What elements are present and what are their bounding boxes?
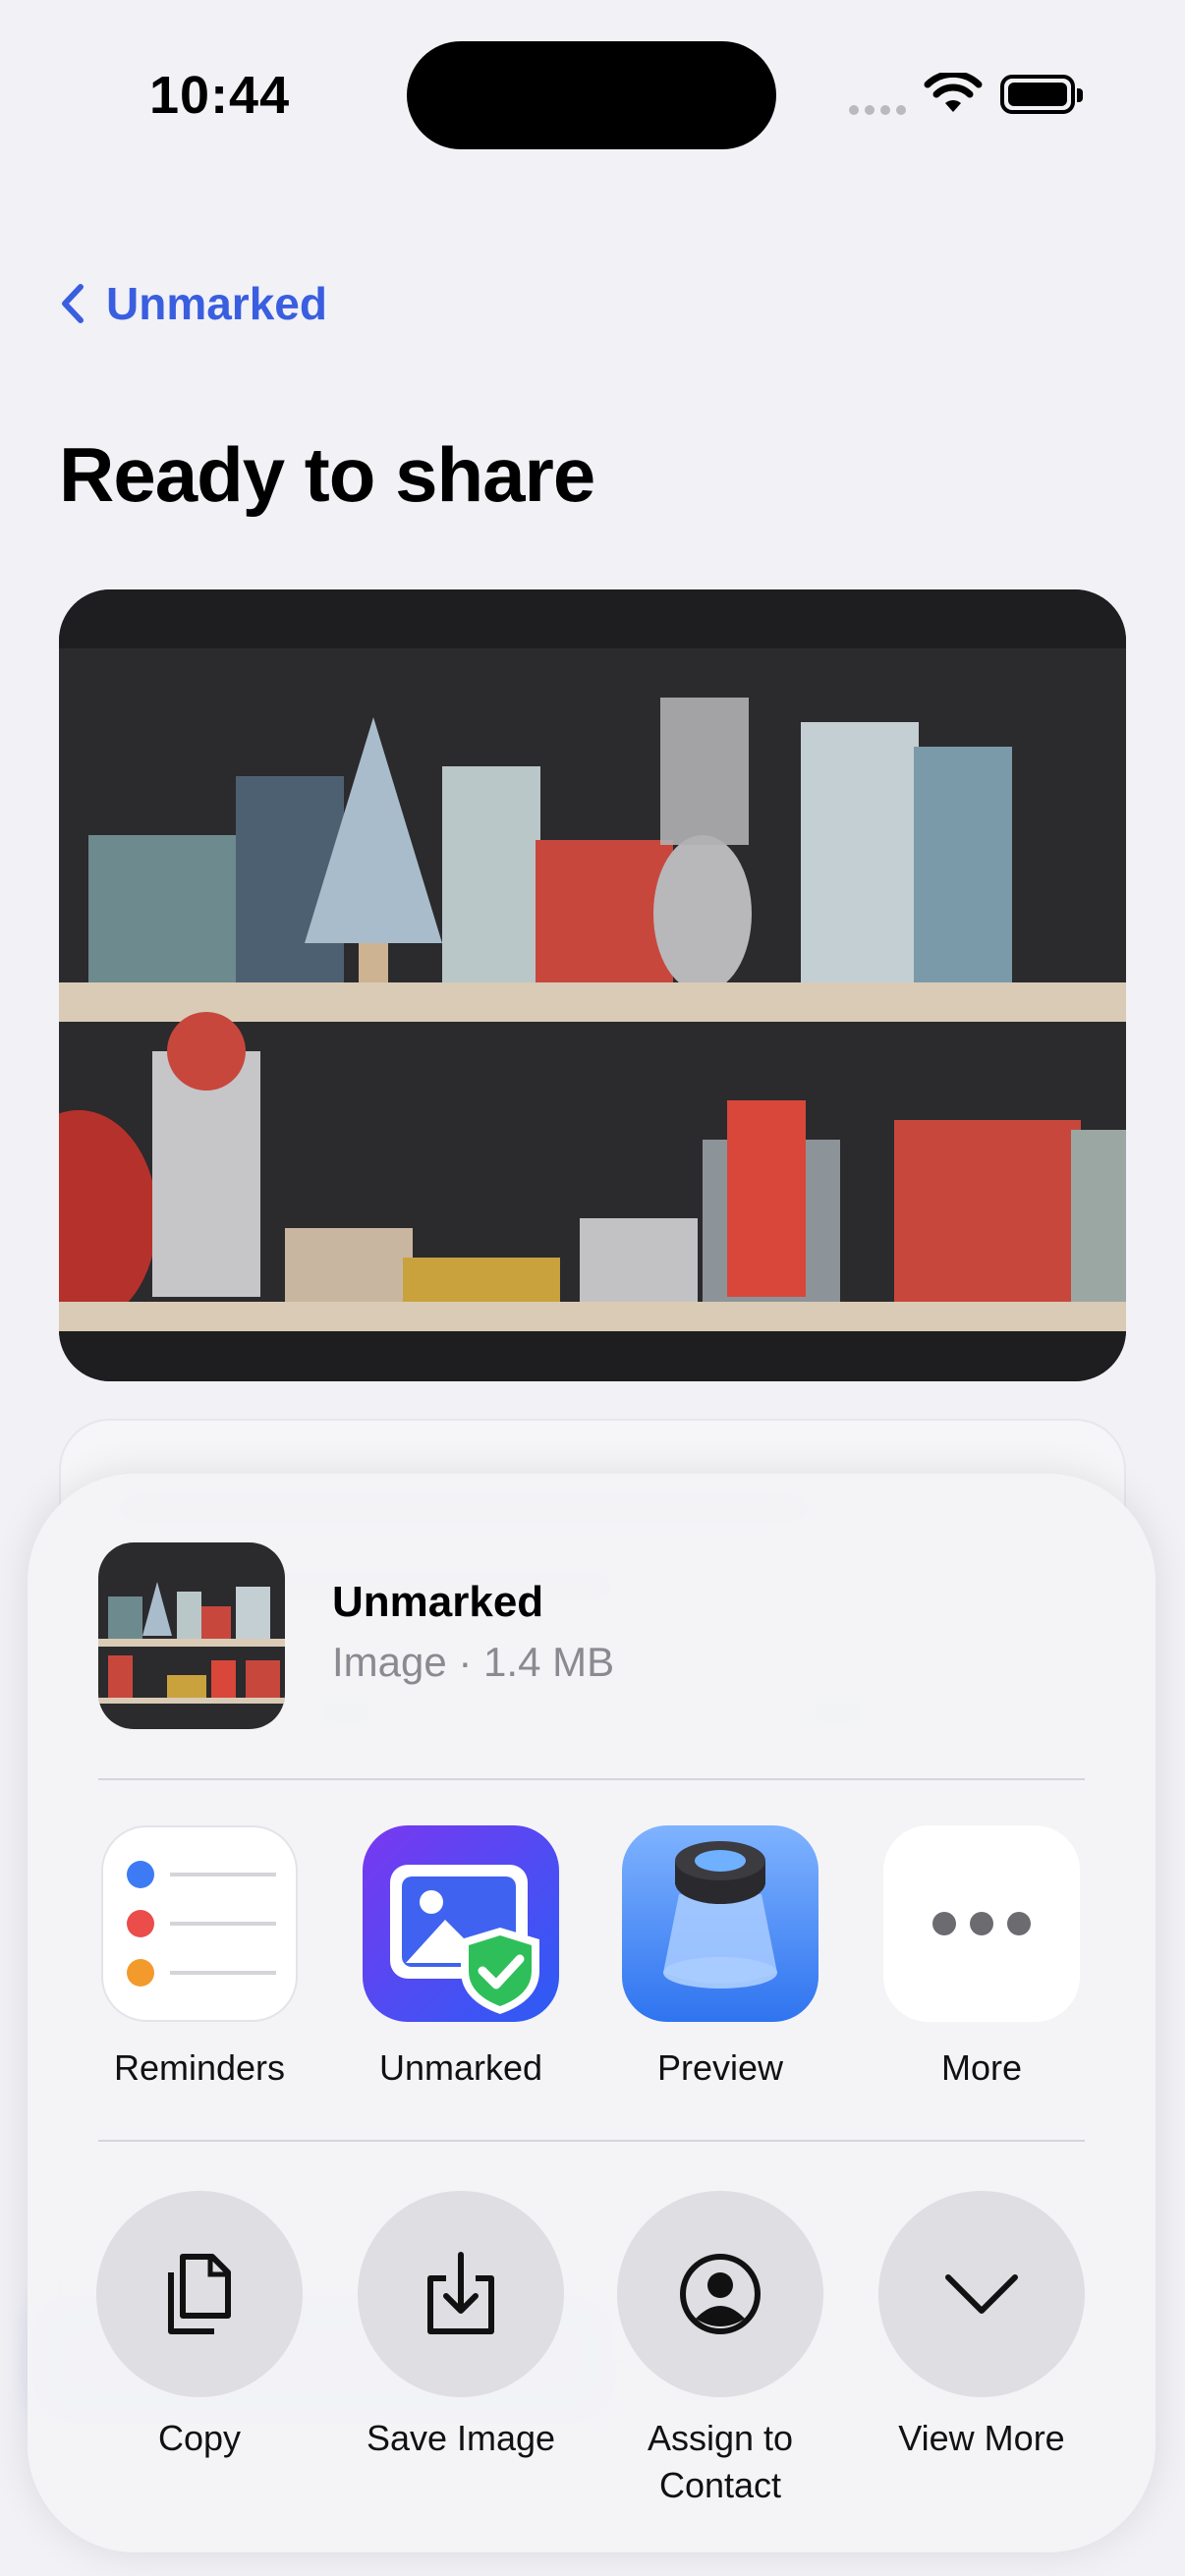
shared-photo	[59, 589, 1126, 1381]
wifi-icon	[924, 73, 983, 112]
copy-icon	[168, 2254, 231, 2334]
app-reminders[interactable]: Reminders	[96, 1825, 303, 2089]
app-preview[interactable]: Preview	[617, 1825, 823, 2089]
action-label: View More	[898, 2418, 1065, 2458]
item-thumbnail	[98, 1542, 285, 1729]
divider	[98, 1778, 1085, 1780]
action-label: Assign to Contact	[647, 2418, 794, 2505]
copy-button[interactable]: Copy	[72, 2191, 327, 2462]
save-image-button[interactable]: Save Image	[333, 2191, 589, 2462]
divider	[98, 2140, 1085, 2142]
chevron-left-icon	[62, 284, 84, 323]
item-name: Unmarked	[332, 1578, 544, 1626]
battery-icon	[1000, 75, 1083, 114]
more-icon	[883, 1825, 1080, 2022]
unmarked-app-icon	[363, 1825, 559, 2022]
app-label: More	[940, 2047, 1023, 2088]
app-more[interactable]: More	[878, 1825, 1085, 2089]
item-meta: Image · 1.4 MB	[332, 1639, 615, 1685]
status-time: 10:44	[149, 66, 291, 125]
reminders-icon	[101, 1825, 298, 2022]
action-label: Copy	[157, 2418, 242, 2458]
share-sheet: Unmarked Image · 1.4 MB Reminders Unmark…	[28, 1474, 1156, 2552]
app-unmarked[interactable]: Unmarked	[358, 1825, 564, 2089]
page-title: Ready to share	[59, 431, 595, 518]
view-more-button[interactable]: View More	[854, 2191, 1109, 2462]
dynamic-island	[407, 41, 776, 149]
app-label: Unmarked	[378, 2047, 543, 2088]
status-bar: 10:44	[0, 0, 1185, 196]
back-label: Unmarked	[106, 278, 327, 329]
contact-icon	[680, 2254, 761, 2334]
action-label: Save Image	[366, 2418, 556, 2458]
save-image-icon	[427, 2252, 494, 2334]
preview-app-icon	[622, 1825, 818, 2022]
cellular-signal-icon	[849, 102, 912, 120]
chevron-down-icon	[945, 2274, 1018, 2314]
assign-to-contact-button[interactable]: Assign to Contact	[592, 2191, 848, 2509]
back-button[interactable]: Unmarked	[59, 277, 327, 330]
app-label: Preview	[656, 2047, 784, 2088]
app-label: Reminders	[113, 2047, 286, 2088]
